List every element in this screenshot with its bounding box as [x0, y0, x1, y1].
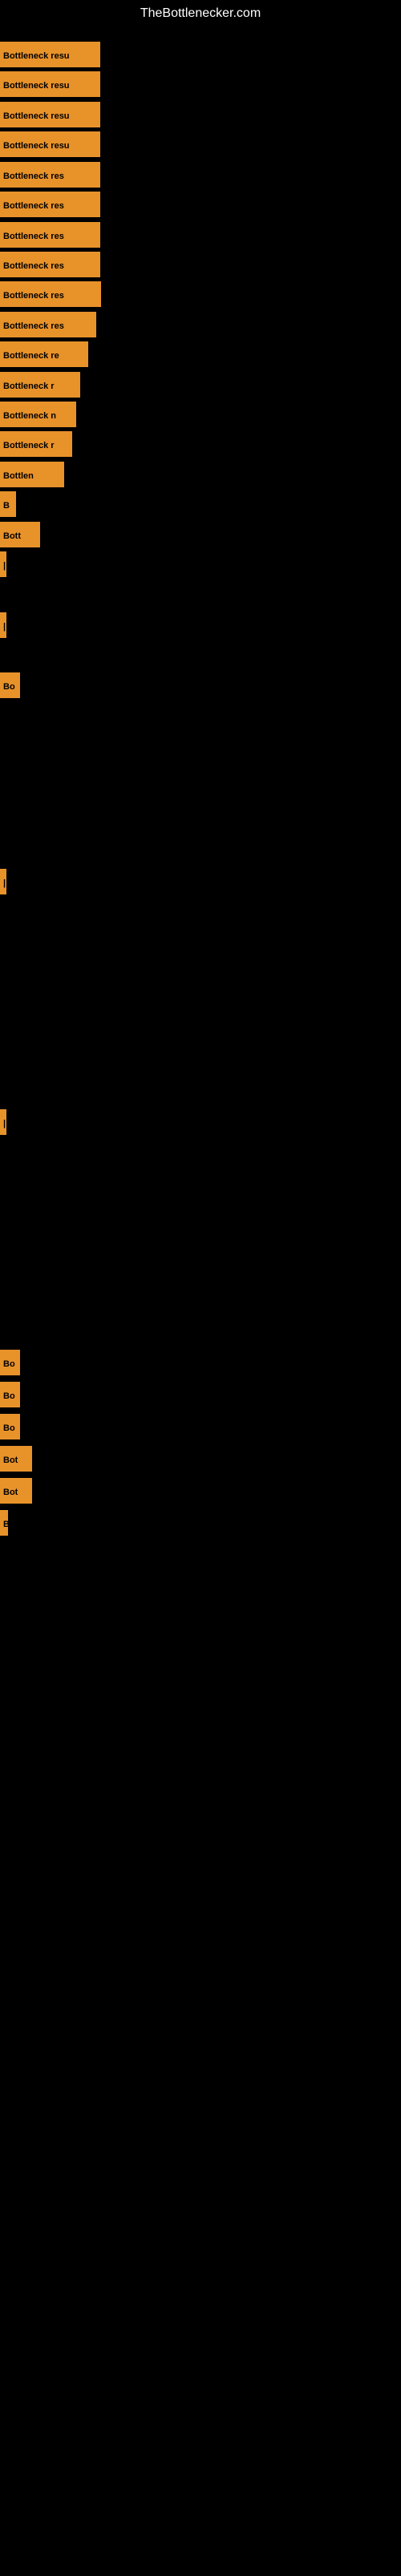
bar-label: Bottleneck res [0, 281, 101, 307]
bar-item: Bott [0, 522, 40, 547]
bar-label: Bott [0, 522, 40, 547]
bar-label: | [0, 869, 6, 894]
bar-item: | [0, 1109, 6, 1135]
bar-label: Bottleneck resu [0, 71, 100, 97]
bar-item: Bottleneck re [0, 341, 88, 367]
bar-item: Bottleneck r [0, 431, 72, 457]
bar-item: Bottleneck res [0, 312, 96, 337]
bar-label: Bottleneck res [0, 252, 100, 277]
bar-item: Bottleneck resu [0, 102, 100, 127]
bar-label: Bo [0, 1414, 20, 1439]
bar-label: Bot [0, 1478, 32, 1504]
bar-label: Bottleneck r [0, 372, 80, 398]
bar-label: Bo [0, 672, 20, 698]
bar-item: | [0, 869, 6, 894]
bar-label: Bottleneck resu [0, 131, 100, 157]
bar-item: Bot [0, 1478, 32, 1504]
bar-label: Bottleneck resu [0, 102, 100, 127]
bar-label: Bo [0, 1350, 20, 1375]
bar-item: Bottleneck resu [0, 131, 100, 157]
bar-item: Bottleneck res [0, 192, 100, 217]
bar-item: Bot [0, 1446, 32, 1472]
bar-item: B [0, 491, 16, 517]
bar-label: Bottleneck r [0, 431, 72, 457]
bar-label: Bottleneck n [0, 402, 76, 427]
bar-item: | [0, 551, 6, 577]
bar-label: Bottleneck res [0, 192, 100, 217]
bar-item: Bo [0, 1382, 20, 1407]
bar-item: Bo [0, 1350, 20, 1375]
bar-item: | [0, 612, 6, 638]
bar-label: Bot [0, 1446, 32, 1472]
bar-item: Bo [0, 672, 20, 698]
bar-label: | [0, 612, 6, 638]
bar-item: Bottlen [0, 462, 64, 487]
bar-label: Bottlen [0, 462, 64, 487]
bar-label: | [0, 551, 6, 577]
bar-label: B [0, 491, 16, 517]
bar-item: Bottleneck res [0, 222, 100, 248]
bar-label: Bottleneck re [0, 341, 88, 367]
bar-item: Bottleneck resu [0, 42, 100, 67]
bar-item: Bottleneck r [0, 372, 80, 398]
bar-item: Bottleneck res [0, 252, 100, 277]
bar-label: Bo [0, 1382, 20, 1407]
site-title: TheBottlenecker.com [0, 0, 401, 27]
bar-label: B [0, 1510, 8, 1536]
bar-item: Bottleneck res [0, 281, 101, 307]
bar-label: Bottleneck res [0, 162, 100, 188]
bar-item: Bo [0, 1414, 20, 1439]
bar-item: Bottleneck resu [0, 71, 100, 97]
bar-item: Bottleneck n [0, 402, 76, 427]
bar-label: | [0, 1109, 6, 1135]
bar-item: B [0, 1510, 8, 1536]
bar-label: Bottleneck resu [0, 42, 100, 67]
bar-label: Bottleneck res [0, 312, 96, 337]
bar-item: Bottleneck res [0, 162, 100, 188]
bar-label: Bottleneck res [0, 222, 100, 248]
